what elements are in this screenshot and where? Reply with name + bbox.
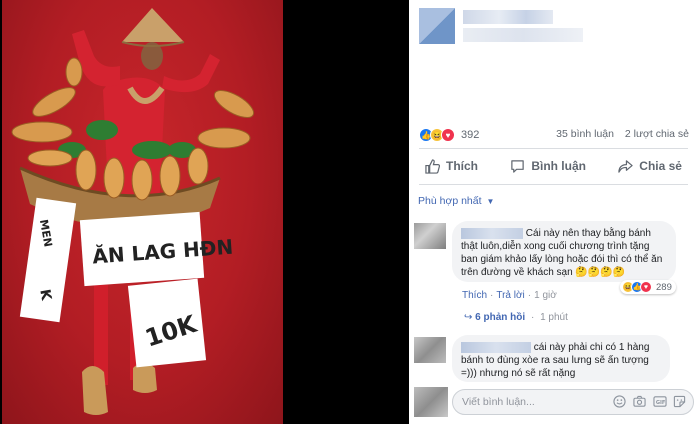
comment-input-placeholder: Viết bình luận...: [462, 396, 535, 408]
reaction-count: 392: [461, 129, 480, 141]
divider: [419, 184, 688, 185]
comment-item: Cái này nên thay bằng bánh thật luôn,diễ…: [414, 221, 694, 329]
post-actions: Thích Bình luận Chia sẻ: [419, 151, 688, 181]
blurred-post-meta: [463, 28, 583, 42]
post-stats: 35 bình luận 2 lượt chia sẻ: [548, 128, 689, 140]
like-button[interactable]: Thích: [419, 158, 484, 174]
comment-reaction-count: 289: [656, 281, 672, 293]
view-replies-link[interactable]: ↪ 6 phản hồi · 1 phút: [464, 312, 568, 323]
comment-reply-link[interactable]: Trả lời: [496, 290, 524, 301]
reaction-summary[interactable]: 👍 😆 ♥ 392: [419, 127, 479, 143]
comment-button[interactable]: Bình luận: [504, 159, 592, 174]
photo-viewer-background: [283, 0, 409, 424]
user-avatar[interactable]: [414, 387, 448, 417]
comment-actions: Thích · Trả lời · 1 giờ: [462, 290, 557, 301]
comment-input[interactable]: Viết bình luận... GIF: [452, 389, 694, 415]
sticker-icon[interactable]: [672, 394, 687, 409]
comment-item: cái này phải chi có 1 hàng bánh to đùng …: [414, 335, 694, 382]
comments-count[interactable]: 35 bình luận: [556, 128, 614, 140]
commenter-avatar[interactable]: [414, 223, 446, 249]
share-button-label: Chia sẻ: [639, 159, 682, 173]
comment-time[interactable]: 1 giờ: [534, 290, 557, 301]
thumbs-up-icon: [425, 158, 440, 174]
reply-arrow-icon: ↪: [464, 312, 473, 323]
comment-button-label: Bình luận: [531, 159, 586, 173]
gif-icon[interactable]: GIF: [652, 394, 667, 409]
share-button[interactable]: Chia sẻ: [612, 159, 688, 174]
comment-bubble: cái này phải chi có 1 hàng bánh to đùng …: [452, 335, 670, 382]
comment-like-link[interactable]: Thích: [462, 290, 487, 301]
share-icon: [618, 159, 633, 173]
divider: [419, 148, 688, 149]
replies-count: 6 phản hồi: [475, 312, 526, 323]
commenter-avatar[interactable]: [414, 337, 446, 363]
like-button-label: Thích: [446, 159, 478, 173]
love-icon: ♥: [640, 281, 652, 293]
comment-icon: [511, 159, 525, 173]
comment-reactions[interactable]: 😆 👍 ♥ 289: [620, 280, 676, 294]
post-photo[interactable]: ĂN LAG HĐN 10K MEN K: [0, 0, 283, 424]
chevron-down-icon: ▼: [486, 197, 495, 206]
replies-time: 1 phút: [540, 312, 568, 323]
emoji-icon[interactable]: [612, 394, 627, 409]
sort-label: Phù hợp nhất: [418, 195, 482, 207]
blurred-page-name[interactable]: [463, 10, 553, 24]
composer-icons: GIF: [612, 394, 687, 409]
comment-panel: 👍 😆 ♥ 392 35 bình luận 2 lượt chia sẻ Th…: [409, 0, 698, 424]
comment-sort-dropdown[interactable]: Phù hợp nhất ▼: [418, 195, 494, 207]
svg-text:GIF: GIF: [655, 400, 665, 406]
replies-time-sep: ·: [530, 312, 535, 323]
love-icon: ♥: [441, 128, 455, 142]
comment-bubble: Cái này nên thay bằng bánh thật luôn,diễ…: [452, 221, 676, 282]
comment-composer: Viết bình luận... GIF: [414, 385, 694, 419]
photo-image: ĂN LAG HĐN 10K MEN K: [2, 0, 283, 424]
blurred-page-avatar[interactable]: [419, 8, 455, 44]
blurred-commenter-name[interactable]: [461, 341, 531, 353]
blurred-commenter-name[interactable]: [461, 227, 523, 239]
shares-count[interactable]: 2 lượt chia sẻ: [625, 128, 689, 140]
camera-icon[interactable]: [632, 394, 647, 409]
